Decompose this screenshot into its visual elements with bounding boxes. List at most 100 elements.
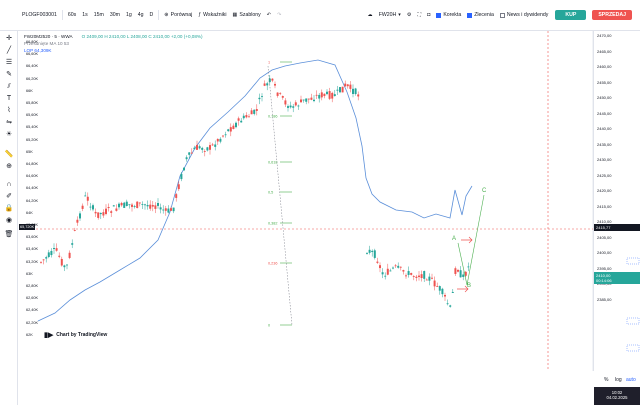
fib-trendline [267, 65, 293, 326]
candle-body [123, 202, 126, 208]
candle-body [84, 195, 87, 197]
candle-body [368, 249, 371, 253]
right-scale-tick: 2425,00 [597, 172, 612, 178]
candle-body [227, 129, 230, 132]
arrow-annotation [457, 285, 469, 293]
candle-body [297, 105, 300, 107]
candle-body [405, 275, 407, 277]
candle-body [354, 88, 357, 95]
candle-body [107, 206, 110, 209]
candle-body [444, 294, 446, 297]
candle-body [248, 116, 250, 118]
candle-body [381, 272, 384, 275]
candle-body [428, 276, 431, 281]
candle-body [467, 266, 470, 268]
wave-label-a: A [452, 236, 456, 242]
candle-body [183, 167, 185, 171]
candle-body [146, 204, 149, 207]
candle-body [415, 276, 418, 278]
candle-body [198, 146, 201, 149]
candle-body [462, 274, 465, 277]
candle-body [185, 157, 188, 160]
candle-body [128, 204, 131, 206]
percent-toggle[interactable]: % [604, 377, 608, 383]
candle-body [284, 100, 287, 105]
candle-body [389, 270, 392, 272]
candle-body [222, 135, 224, 137]
candle-body [219, 138, 222, 142]
candle-body [294, 102, 297, 106]
left-scale-tick: 63,20K [26, 259, 39, 264]
candle-body [449, 305, 452, 307]
left-scale-tick: 64,60K [26, 174, 39, 179]
candle-body [89, 206, 92, 208]
left-scale-tick: 64,20K [26, 198, 39, 203]
left-scale-tick: 62,20K [26, 320, 39, 325]
right-scale-tick: 2420,00 [597, 188, 612, 193]
candle-body [66, 264, 68, 266]
fib-level-label: 0,5 [268, 191, 273, 195]
tradingview-logo-icon: ▮▶ [44, 332, 54, 339]
right-price-scale[interactable]: 2470,00 2465,00 2460,00 2455,00 2450,00 2445,… [593, 31, 640, 371]
candle-body [281, 96, 284, 98]
candle-body [177, 184, 180, 190]
left-scale-tick: 64K [26, 210, 33, 215]
tradingview-watermark[interactable]: ▮▶ Chart by TradingView [44, 331, 107, 339]
left-scale-tick: 65,20K [26, 137, 39, 142]
right-scale-tick: 2385,00 [597, 296, 612, 302]
candle-body [333, 94, 336, 97]
candle-body [412, 276, 415, 277]
candle-body [446, 303, 449, 305]
log-toggle[interactable]: log [615, 377, 622, 383]
candle-body [209, 145, 211, 150]
candle-body [42, 259, 45, 261]
right-scale-tick: 2435,00 [597, 141, 612, 147]
candle-body [307, 98, 310, 100]
candle-body [94, 211, 97, 214]
fib-level-label: 0,236 [268, 262, 278, 266]
candle-body [58, 255, 61, 257]
candle-body [287, 106, 289, 108]
candle-body [371, 250, 374, 252]
left-scale-tick: 62K [26, 332, 33, 337]
candle-body [423, 271, 426, 279]
candle-body [376, 261, 379, 263]
candle-body [71, 243, 74, 245]
right-scale-tick: 2465,00 [597, 48, 612, 54]
candle-body [40, 261, 42, 263]
candle-body [196, 145, 198, 150]
fib-level-label: 0,382 [268, 222, 278, 226]
candle-body [203, 151, 206, 152]
candle-body [318, 94, 321, 99]
left-scale-tick: 65,80K [26, 101, 39, 105]
candle-body [47, 252, 50, 258]
candle-body [224, 134, 227, 136]
candle-body [276, 92, 279, 96]
candle-body [441, 288, 444, 295]
right-scale-tick: 2405,00 [597, 234, 612, 240]
candle-body [292, 106, 295, 108]
candle-body [425, 279, 428, 281]
candle-body [261, 96, 263, 97]
candle-body [193, 147, 196, 150]
left-scale-tick: 66,60K [26, 52, 39, 57]
candle-body [63, 265, 66, 268]
candle-body [431, 277, 433, 279]
candle-body [433, 280, 436, 287]
right-scale-tick: 2395,00 [597, 265, 612, 271]
candle-body [120, 202, 123, 206]
left-scale-tick: 64,80K [26, 162, 39, 166]
candle-body [79, 213, 81, 219]
candle-body [175, 194, 178, 198]
auto-toggle[interactable]: auto [626, 377, 636, 383]
candle-body [125, 201, 128, 206]
candle-body [418, 275, 420, 278]
candle-body [420, 274, 423, 278]
candle-body [266, 83, 269, 86]
price-chart[interactable]: 10,7860,6180,50,3820,2360ABC [0, 0, 640, 405]
wave-label-b: B [467, 283, 471, 289]
candle-body [133, 206, 136, 207]
bottom-bar: % log auto 10:02 04.02.2025 [0, 371, 640, 405]
left-scale-tick: 66,80K [26, 40, 39, 44]
candle-body [279, 92, 282, 94]
